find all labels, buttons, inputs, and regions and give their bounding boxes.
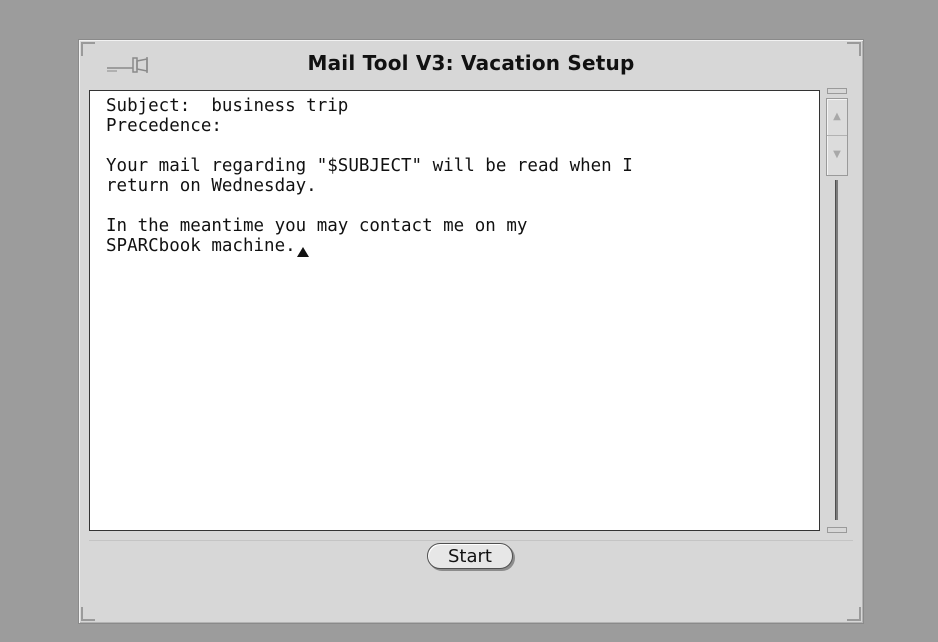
text-insertion-caret-icon <box>296 247 309 257</box>
message-line: return on Wednesday. <box>106 176 317 196</box>
vertical-scrollbar[interactable]: ▲ ▼ <box>822 88 852 533</box>
message-line: SPARCbook machine. <box>106 236 296 256</box>
scroll-up-arrow-icon[interactable]: ▲ <box>827 99 847 136</box>
title-bar[interactable]: Mail Tool V3: Vacation Setup <box>85 46 857 82</box>
resize-corner-bottom-right[interactable] <box>847 607 861 621</box>
scroll-down-arrow-icon[interactable]: ▼ <box>827 137 847 173</box>
vacation-message-text-area[interactable]: Subject: business trip Precedence: Your … <box>89 90 820 531</box>
vacation-setup-window: Mail Tool V3: Vacation Setup Subject: bu… <box>78 39 864 624</box>
scrollbar-elevator[interactable]: ▲ ▼ <box>826 98 848 176</box>
message-line <box>106 136 803 156</box>
message-line: Precedence: <box>106 116 222 136</box>
scrollbar-cable[interactable] <box>835 180 838 520</box>
footer-divider <box>89 540 853 541</box>
start-button[interactable]: Start <box>427 543 513 569</box>
message-line-last: SPARCbook machine. <box>106 236 803 257</box>
message-line <box>106 196 803 216</box>
message-line: In the meantime you may contact me on my <box>106 216 528 236</box>
message-line: Subject: business trip <box>106 96 349 116</box>
scrollbar-bottom-cable-anchor[interactable] <box>827 527 847 533</box>
message-line: Your mail regarding "$SUBJECT" will be r… <box>106 156 633 176</box>
window-title: Mail Tool V3: Vacation Setup <box>307 51 635 75</box>
scrollbar-top-cable-anchor[interactable] <box>827 88 847 94</box>
resize-corner-bottom-left[interactable] <box>81 607 95 621</box>
